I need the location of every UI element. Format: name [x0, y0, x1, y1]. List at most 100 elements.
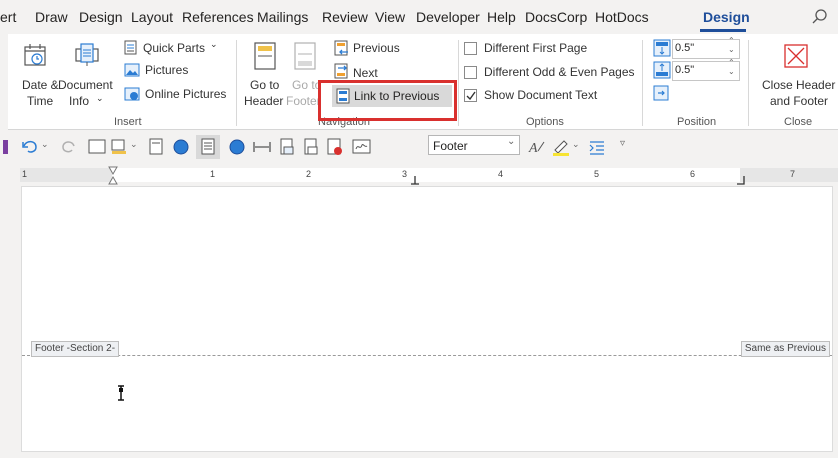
go-to-header-label-1: Go to: [250, 78, 280, 92]
toolbar-edge-icon: [3, 140, 8, 154]
chevron-down-icon: ⌄: [210, 39, 218, 49]
indent-icon[interactable]: [588, 139, 606, 155]
tab-design-doc[interactable]: Design: [79, 9, 123, 25]
print-preview-icon[interactable]: [302, 138, 320, 156]
spin-up-icon[interactable]: ⌃: [728, 36, 735, 45]
previous-label: Previous: [353, 41, 400, 55]
document-info-button[interactable]: Document Info ⌄: [58, 38, 114, 108]
toggle-active-bg[interactable]: [196, 135, 220, 159]
tab-developer[interactable]: Developer: [416, 9, 480, 25]
tab-mailings[interactable]: Mailings: [257, 9, 308, 25]
calendar-icon: [24, 44, 46, 66]
online-pictures-button[interactable]: Online Pictures: [124, 86, 234, 104]
pictures-button[interactable]: Pictures: [124, 62, 194, 80]
spin-down-icon[interactable]: ⌄: [728, 45, 735, 54]
customize-toolbar-icon[interactable]: ▿: [620, 138, 625, 149]
style-select[interactable]: Footer ⌄: [428, 135, 520, 155]
online-pictures-icon: [124, 87, 140, 101]
width-fit-icon[interactable]: [252, 138, 272, 156]
quick-access-toolbar: ⌄ ⌄ Footer ⌄ A ⌄ ▿: [0, 130, 838, 164]
ruler-number: 5: [594, 169, 600, 179]
quick-parts-button[interactable]: Quick Parts ⌄: [124, 39, 224, 58]
date-time-label-1: Date &: [22, 78, 59, 92]
highlighter-icon[interactable]: [552, 138, 570, 156]
ruler-number: 1: [22, 169, 28, 179]
tab-help[interactable]: Help: [487, 9, 516, 25]
highlight-pen-icon[interactable]: [110, 138, 128, 156]
signature-icon[interactable]: [352, 138, 372, 156]
header-icon: [254, 42, 276, 70]
style-select-value: Footer: [433, 139, 468, 153]
document-page[interactable]: Footer -Section 2- Same as Previous: [21, 186, 833, 452]
close-header-footer-label-1: Close Header: [762, 78, 836, 92]
ruler-number: 7: [790, 169, 796, 179]
next-button[interactable]: Next: [334, 63, 404, 81]
date-time-button[interactable]: Date & Time: [14, 38, 59, 108]
chevron-down-icon[interactable]: ⌄: [41, 139, 49, 150]
close-header-footer-button[interactable]: Close Header and Footer: [756, 38, 836, 110]
footer-boundary-line: [22, 355, 832, 356]
ruler-text-area: [112, 168, 740, 182]
center-tab-icon[interactable]: [410, 176, 420, 186]
menu-bar: ert Draw Design Layout References Mailin…: [0, 0, 838, 34]
delete-page-icon[interactable]: [326, 138, 344, 156]
tab-hotdocs[interactable]: HotDocs: [595, 9, 649, 25]
go-to-header-button[interactable]: Go to Header: [244, 38, 284, 108]
circle-shape-icon[interactable]: [228, 138, 246, 156]
different-odd-even-label: Different Odd & Even Pages: [484, 65, 635, 79]
chevron-down-icon[interactable]: ⌄: [572, 139, 580, 150]
chevron-down-icon[interactable]: ⌄: [130, 139, 138, 150]
different-odd-even-checkbox[interactable]: Different Odd & Even Pages: [464, 65, 635, 81]
document-info-label-1: Document: [58, 78, 113, 92]
redo-icon[interactable]: [60, 138, 78, 156]
date-time-label-2: Time: [27, 94, 54, 108]
spin-up-icon[interactable]: ⌃: [728, 58, 735, 67]
next-label: Next: [353, 66, 378, 80]
previous-section-icon: [334, 40, 348, 56]
show-document-text-checkbox[interactable]: Show Document Text: [464, 88, 614, 104]
header-from-top-icon: [653, 39, 671, 57]
pictures-icon: [124, 63, 140, 77]
previous-button[interactable]: Previous: [334, 40, 414, 58]
checkbox-box: [464, 42, 477, 55]
insert-alignment-tab-icon[interactable]: [653, 85, 669, 101]
tab-view[interactable]: View: [375, 9, 405, 25]
document-info-label-2: Info: [69, 94, 90, 108]
format-text-icon[interactable]: A: [528, 139, 546, 155]
show-document-text-label: Show Document Text: [484, 88, 598, 102]
group-divider: [236, 40, 237, 126]
different-first-page-checkbox[interactable]: Different First Page: [464, 41, 594, 57]
text-page-icon: [201, 138, 215, 155]
quick-parts-label: Quick Parts: [143, 41, 206, 55]
text-cursor-icon: [118, 385, 124, 401]
group-divider: [458, 40, 459, 126]
header-from-top-spinner[interactable]: 0.5" ⌃ ⌄: [672, 36, 740, 59]
tab-draw[interactable]: Draw: [35, 9, 68, 25]
page-layout-icon[interactable]: [88, 139, 106, 155]
tab-design-active[interactable]: Design: [703, 9, 750, 25]
go-to-footer-label-2: Footer: [286, 94, 321, 108]
right-tab-icon[interactable]: [736, 176, 746, 186]
chevron-down-icon: ⌄: [96, 93, 104, 103]
checkbox-box: [464, 66, 477, 79]
options-group-label: Options: [526, 116, 564, 128]
position-group-label: Position: [677, 116, 717, 128]
circle-shape-icon[interactable]: [172, 138, 190, 156]
tab-layout[interactable]: Layout: [131, 9, 173, 25]
go-to-header-label-2: Header: [244, 94, 284, 108]
footer-from-bottom-spinner[interactable]: 0.5" ⌃ ⌄: [672, 58, 740, 81]
document-icon[interactable]: [148, 138, 164, 156]
tab-review[interactable]: Review: [322, 9, 368, 25]
tab-insert[interactable]: ert: [0, 9, 16, 25]
spin-down-icon[interactable]: ⌄: [728, 67, 735, 76]
close-header-footer-label-2: and Footer: [770, 94, 829, 108]
page-setup-icon[interactable]: [278, 138, 296, 156]
tab-references[interactable]: References: [182, 9, 254, 25]
tab-docscorp[interactable]: DocsCorp: [525, 9, 587, 25]
ruler-number: 4: [498, 169, 504, 179]
quick-parts-icon: [124, 40, 137, 55]
undo-icon[interactable]: [20, 138, 40, 156]
indent-marker-icon[interactable]: [108, 166, 118, 186]
search-icon[interactable]: [812, 9, 828, 25]
footer-icon: [294, 42, 316, 70]
